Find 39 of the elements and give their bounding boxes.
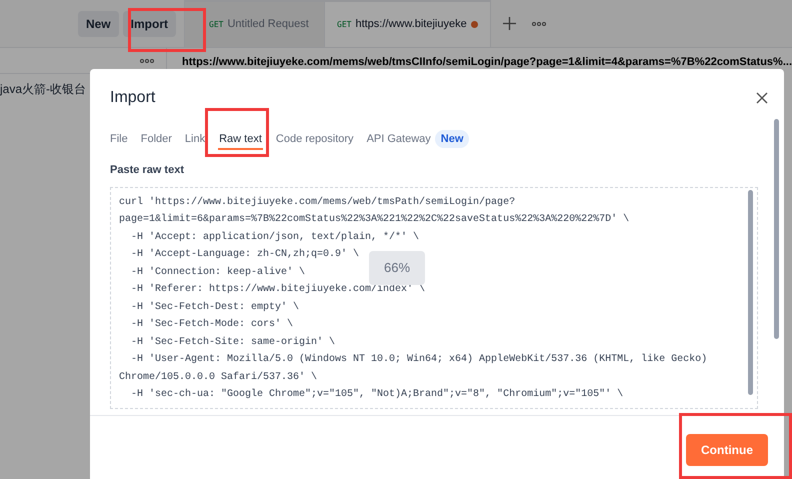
dialog-title: Import [110, 88, 156, 108]
request-tab[interactable]: GET https://www.bitejiuyeke [325, 0, 491, 47]
code-line: Chrome/105.0.0.0 Safari/537.36' \ [119, 370, 318, 384]
code-line: page=1&limit=6&params=%7B%22comStatus%22%3A%221%22%2C%22saveStatus%22%3A%220%22%7D' \ [119, 212, 630, 227]
method-label: GET [209, 18, 224, 30]
import-tab[interactable]: API Gateway [366, 128, 431, 150]
code-line: -H 'Sec-Fetch-Dest: empty' \ [130, 300, 300, 314]
code-line: -H 'Sec-Fetch-Mode: cors' \ [130, 318, 294, 332]
code-line: curl 'https://www.bitejiuyeke.com/mems/web/tmsPath/semiLogin/page? [119, 196, 516, 210]
zoom-indicator: 66% [369, 250, 425, 284]
code-line: -H 'Sec-Fetch-Site: same-origin' \ [130, 336, 336, 350]
add-tab-icon[interactable] [502, 17, 516, 30]
more-icon[interactable] [140, 58, 154, 62]
highlight-box [205, 108, 269, 157]
raw-text-area[interactable] [110, 186, 758, 408]
new-badge: New [434, 130, 470, 148]
scrollbar-thumb[interactable] [748, 190, 753, 394]
import-tab[interactable]: File [110, 128, 128, 150]
import-tab[interactable]: Link [184, 128, 206, 150]
import-button[interactable]: Import [122, 10, 176, 36]
tab-title: https://www.bitejiuyeke [355, 17, 467, 32]
tab-title: Untitled Request [227, 17, 309, 32]
new-button[interactable]: New [78, 10, 119, 36]
code-line: -H 'Connection: keep-alive' \ [130, 266, 306, 280]
code-line: -H 'Accept-Language: zh-CN,zh;q=0.9' \ [130, 248, 360, 262]
continue-button[interactable]: Continue [686, 434, 768, 466]
import-tab[interactable]: Code repository [276, 128, 354, 150]
code-line: -H 'User-Agent: Mozilla/5.0 (Windows NT 10.0; Win64; x64) AppleWebKit/537.36 (KHTML, like Gecko) [130, 352, 708, 367]
method-label: GET [337, 18, 352, 30]
code-line: -H 'sec-ch-ua: "Google Chrome";v="105", "Not)A;Brand";v="8", "Chromium";v="105"' \ [130, 388, 624, 402]
scrollbar-thumb[interactable] [774, 118, 779, 338]
import-tab[interactable]: Folder [140, 128, 172, 150]
code-line: -H 'Accept: application/json, text/plain, */*' \ [130, 230, 420, 244]
request-url: https://www.bitejiuyeke.com/mems/web/tmsCIInfo/semiLogin/page?page=1&limit=4&params=%7B%22comStatus%... [182, 55, 792, 70]
more-icon[interactable] [532, 22, 546, 26]
field-label: Paste raw text [109, 163, 185, 178]
request-tab[interactable]: GET Untitled Request [185, 0, 325, 47]
close-icon[interactable] [756, 92, 768, 104]
import-tab[interactable]: Raw text [218, 128, 263, 150]
